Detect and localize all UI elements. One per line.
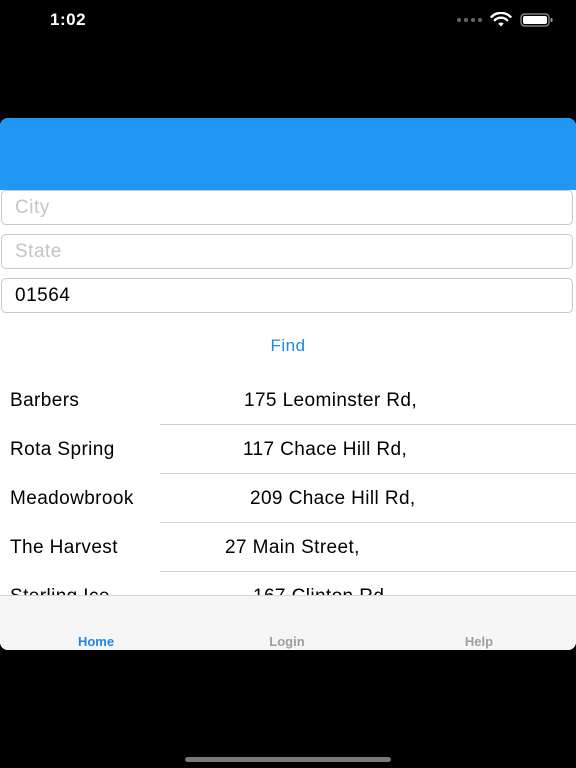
list-item-name: Rota Spring [10, 439, 115, 460]
app-card: City State 01564 Find Barbers 175 Leomin… [0, 118, 576, 650]
find-button[interactable]: Find [0, 336, 576, 356]
list-item-name: Barbers [10, 390, 80, 411]
state-input[interactable]: State [1, 234, 573, 269]
tab-home[interactable]: Home [46, 634, 146, 649]
tab-help[interactable]: Help [429, 634, 529, 649]
app-screen: 1:02 City State 01564 Find Barbers 175 L… [0, 0, 576, 768]
list-item-name: Meadowbrook [10, 488, 134, 509]
list-item-address: 117 Chace Hill Rd, [243, 439, 408, 460]
tab-login[interactable]: Login [237, 634, 337, 649]
list-item[interactable]: Barbers 175 Leominster Rd, [0, 376, 576, 425]
city-input[interactable]: City [1, 190, 573, 225]
status-icons [457, 12, 554, 28]
list-item-address: 209 Chace Hill Rd, [250, 488, 416, 509]
zip-input[interactable]: 01564 [1, 278, 573, 313]
list-item[interactable]: The Harvest 27 Main Street, [0, 523, 576, 572]
battery-icon [520, 13, 553, 27]
tab-bar: Home Login Help [0, 595, 576, 650]
home-indicator[interactable] [185, 757, 391, 762]
list-item-address: 175 Leominster Rd, [244, 390, 418, 411]
list-item-name: The Harvest [10, 537, 118, 558]
status-bar: 1:02 [0, 0, 576, 44]
navigation-bar [0, 118, 576, 190]
cellular-signal-icon [457, 18, 482, 22]
list-item[interactable]: Meadowbrook 209 Chace Hill Rd, [0, 474, 576, 523]
wifi-icon [490, 12, 512, 27]
list-item[interactable]: Rota Spring 117 Chace Hill Rd, [0, 425, 576, 474]
status-time: 1:02 [50, 10, 87, 29]
list-item-address: 27 Main Street, [225, 537, 360, 558]
list-item[interactable]: Sterling Ice 167 Clinton Rd, [0, 572, 576, 596]
results-list[interactable]: Barbers 175 Leominster Rd, Rota Spring 1… [0, 376, 576, 596]
